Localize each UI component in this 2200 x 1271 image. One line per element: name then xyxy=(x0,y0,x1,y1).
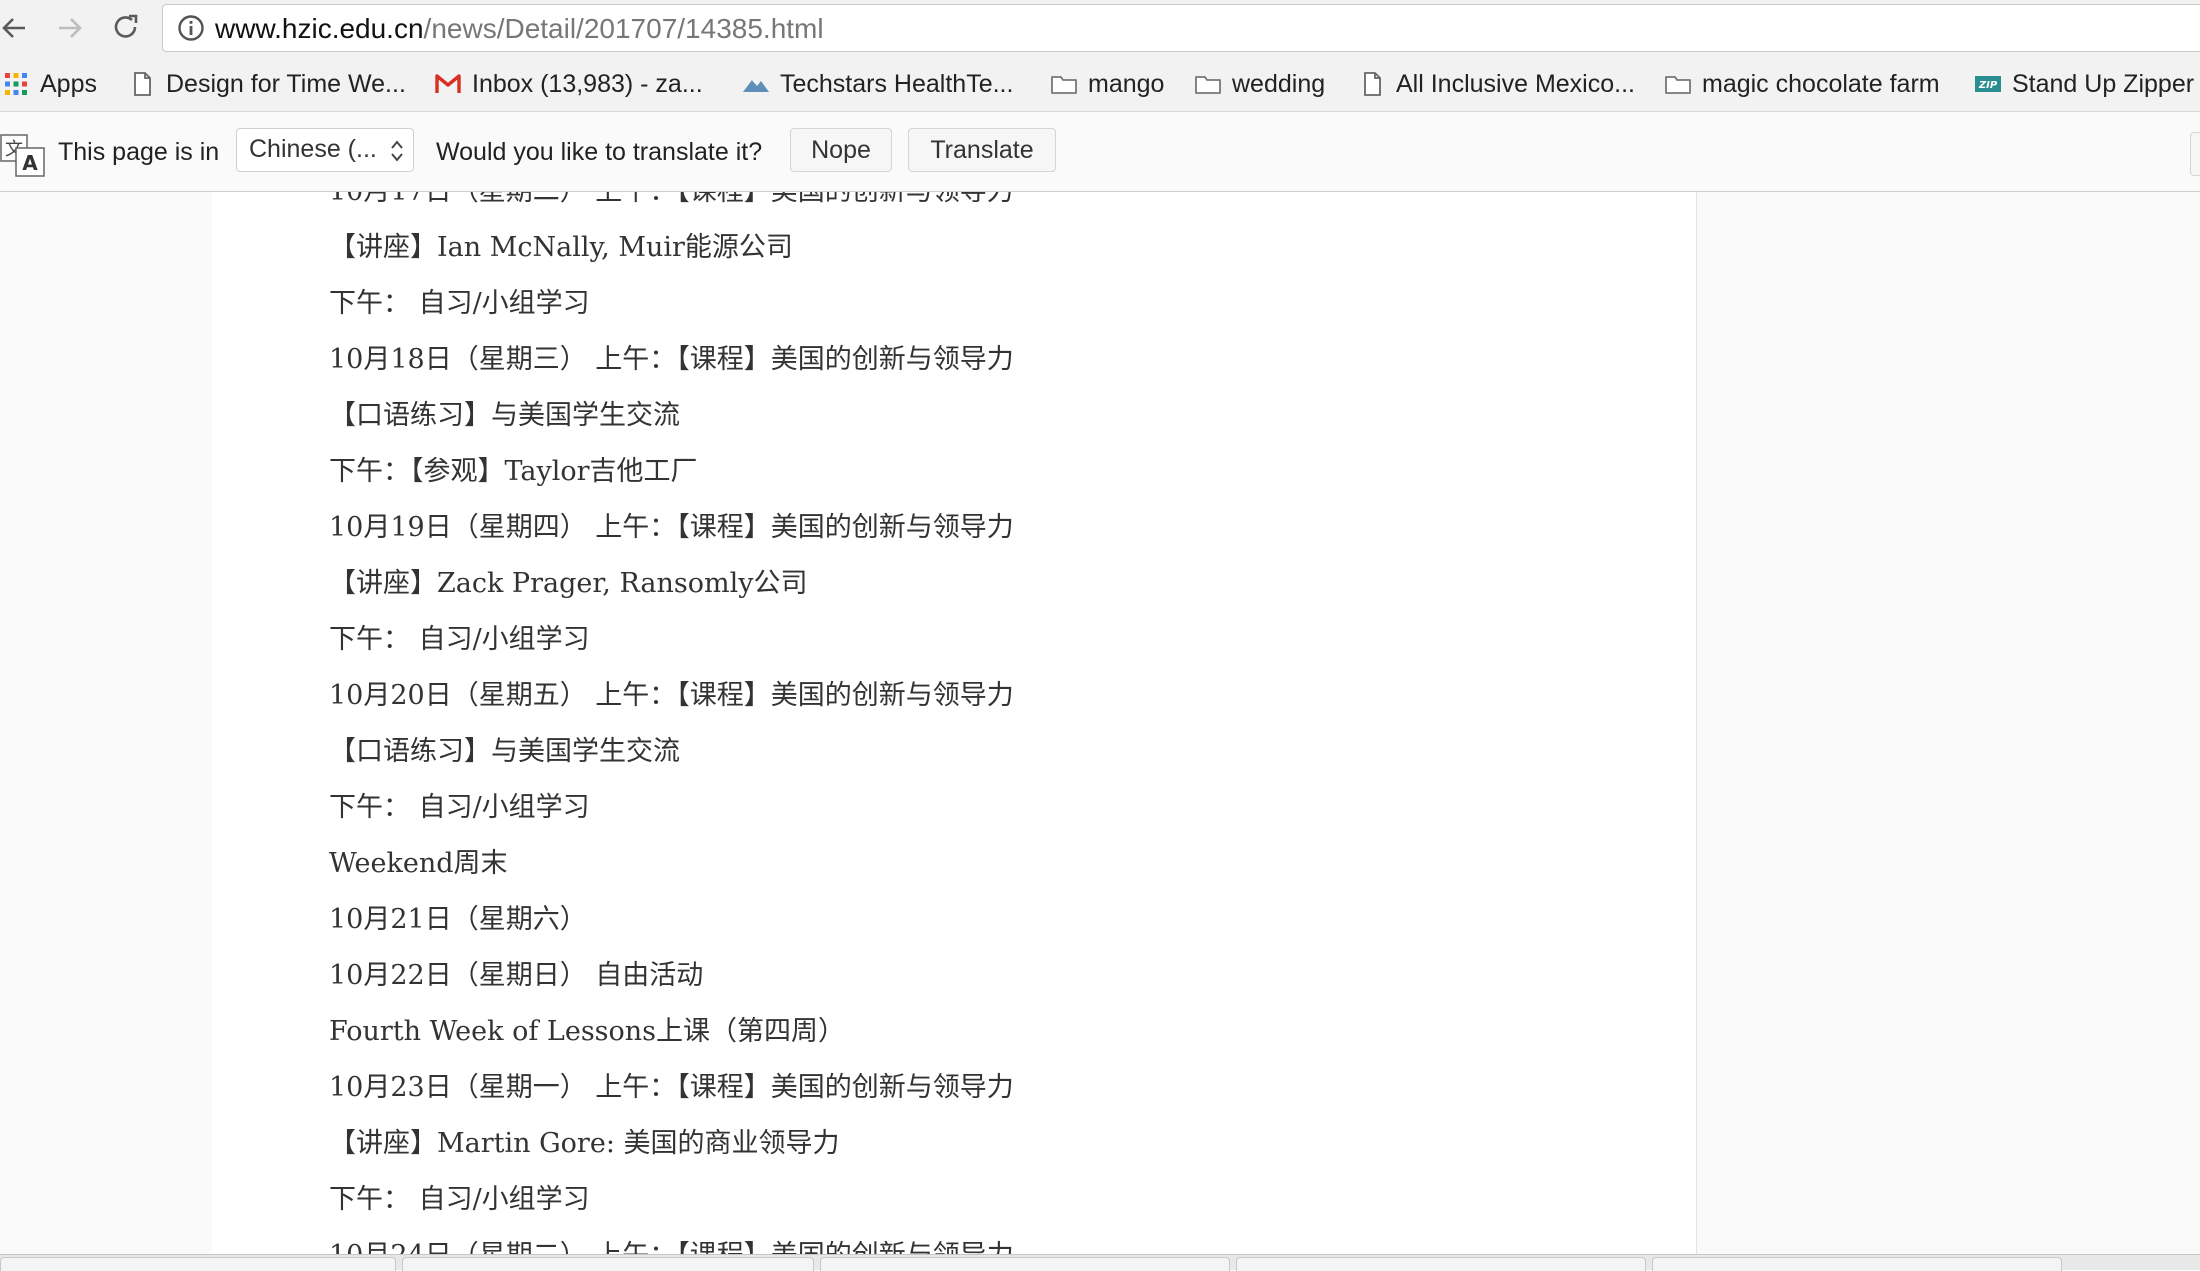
url-text: www.hzic.edu.cn/news/Detail/201707/14385… xyxy=(215,13,824,45)
reload-button[interactable] xyxy=(106,8,146,48)
apps-grid-icon xyxy=(2,70,30,98)
bookmark-apps[interactable]: Apps xyxy=(2,64,97,104)
gmail-icon xyxy=(434,70,462,98)
translate-bar: 文 A This page is in Chinese (... Would y… xyxy=(0,112,2200,192)
bookmarks-bar: Apps Design for Time We... Inbox (13,983… xyxy=(0,56,2200,112)
schedule-line: 10月17日（星期二） 上午：【课程】美国的创新与领导力 xyxy=(329,192,1014,220)
bookmark-label: Design for Time We... xyxy=(166,69,406,98)
svg-text:ZIP: ZIP xyxy=(1978,80,1998,91)
url-host: www.hzic.edu.cn xyxy=(215,13,424,44)
svg-text:A: A xyxy=(22,151,38,175)
schedule-list: 10月17日（星期二） 上午：【课程】美国的创新与领导力 【讲座】Ian McN… xyxy=(329,192,1014,1254)
back-button[interactable] xyxy=(0,8,34,48)
download-shelf xyxy=(0,1254,2200,1271)
forward-button[interactable] xyxy=(50,8,90,48)
bookmark-label: mango xyxy=(1088,69,1165,98)
mountain-icon xyxy=(742,70,770,98)
translate-button[interactable]: Translate xyxy=(908,128,1056,172)
download-item[interactable] xyxy=(820,1257,1230,1271)
schedule-line: 下午： 自习/小组学习 xyxy=(329,288,590,319)
folder-icon xyxy=(1194,70,1222,98)
translate-prompt-prefix: This page is in xyxy=(58,138,220,166)
select-arrows-icon xyxy=(391,140,403,162)
schedule-line: 10月24日（星期二） 上午：【课程】美国的创新与领导力 xyxy=(329,1228,1014,1254)
download-item[interactable] xyxy=(0,1257,396,1271)
browser-toolbar: www.hzic.edu.cn/news/Detail/201707/14385… xyxy=(0,0,2200,56)
schedule-line: 下午： 自习/小组学习 xyxy=(329,1184,590,1215)
schedule-line: 10月21日（星期六） xyxy=(329,904,587,935)
page-icon xyxy=(1358,70,1386,98)
schedule-line: 【讲座】Ian McNally, Muir能源公司 xyxy=(329,232,793,263)
translate-options-button[interactable] xyxy=(2190,132,2200,176)
language-select[interactable]: Chinese (... xyxy=(236,128,414,172)
folder-icon xyxy=(1664,70,1692,98)
bookmark-label: wedding xyxy=(1232,69,1326,98)
bookmark-folder-magic-chocolate-farm[interactable]: magic chocolate farm xyxy=(1664,64,1940,104)
bookmark-stand-up-zipper[interactable]: ZIP Stand Up Zipper xyxy=(1974,64,2194,104)
url-path: /news/Detail/201707/14385.html xyxy=(423,13,824,44)
schedule-line: Weekend周末 xyxy=(329,848,508,879)
schedule-line: 10月18日（星期三） 上午：【课程】美国的创新与领导力 xyxy=(329,344,1014,375)
page-viewport[interactable]: 10月17日（星期二） 上午：【课程】美国的创新与领导力 【讲座】Ian McN… xyxy=(0,192,2200,1254)
schedule-line: 【讲座】Martin Gore: 美国的商业领导力 xyxy=(329,1128,840,1159)
reload-icon xyxy=(114,14,138,38)
info-icon[interactable] xyxy=(177,14,205,42)
schedule-line: Fourth Week of Lessons上课（第四周） xyxy=(329,1016,846,1047)
zip-icon: ZIP xyxy=(1974,70,2002,98)
schedule-line: 下午： 自习/小组学习 xyxy=(329,624,590,655)
schedule-line: 【口语练习】与美国学生交流 xyxy=(329,736,680,767)
bookmark-label: Apps xyxy=(40,69,97,98)
bookmark-label: magic chocolate farm xyxy=(1702,69,1940,98)
nope-button[interactable]: Nope xyxy=(790,128,892,172)
bookmark-folder-wedding[interactable]: wedding xyxy=(1194,64,1325,104)
page-icon xyxy=(128,70,156,98)
schedule-line: 下午：【参观】Taylor吉他工厂 xyxy=(329,456,698,487)
bookmark-label: Stand Up Zipper xyxy=(2012,69,2195,98)
bookmark-techstars[interactable]: Techstars HealthTe... xyxy=(742,64,1013,104)
arrow-right-icon xyxy=(59,18,82,38)
right-sidebar xyxy=(1696,192,2200,1254)
bookmark-design-for-time[interactable]: Design for Time We... xyxy=(128,64,406,104)
bookmark-label: Inbox (13,983) - za... xyxy=(472,69,703,98)
schedule-line: 【口语练习】与美国学生交流 xyxy=(329,400,680,431)
download-item[interactable] xyxy=(1236,1257,1646,1271)
address-bar[interactable]: www.hzic.edu.cn/news/Detail/201707/14385… xyxy=(162,4,2200,52)
language-select-value: Chinese (... xyxy=(249,135,377,163)
schedule-line: 10月22日（星期日） 自由活动 xyxy=(329,960,704,991)
schedule-line: 10月20日（星期五） 上午：【课程】美国的创新与领导力 xyxy=(329,680,1014,711)
article-content: 10月17日（星期二） 上午：【课程】美国的创新与领导力 【讲座】Ian McN… xyxy=(212,192,1696,1254)
translate-icon: 文 A xyxy=(0,134,45,177)
bookmark-inbox[interactable]: Inbox (13,983) - za... xyxy=(434,64,703,104)
translate-question: Would you like to translate it? xyxy=(436,138,763,166)
download-item[interactable] xyxy=(1652,1257,2062,1271)
bookmark-label: Techstars HealthTe... xyxy=(780,69,1014,98)
schedule-line: 10月19日（星期四） 上午：【课程】美国的创新与领导力 xyxy=(329,512,1014,543)
bookmark-folder-mango[interactable]: mango xyxy=(1050,64,1164,104)
bookmark-all-inclusive-mexico[interactable]: All Inclusive Mexico... xyxy=(1358,64,1635,104)
folder-icon xyxy=(1050,70,1078,98)
bookmark-label: All Inclusive Mexico... xyxy=(1396,69,1635,98)
schedule-line: 【讲座】Zack Prager, Ransomly公司 xyxy=(329,568,808,599)
arrow-left-icon xyxy=(2,18,25,38)
schedule-line: 10月23日（星期一） 上午：【课程】美国的创新与领导力 xyxy=(329,1072,1014,1103)
download-item[interactable] xyxy=(402,1257,814,1271)
schedule-line: 下午： 自习/小组学习 xyxy=(329,792,590,823)
